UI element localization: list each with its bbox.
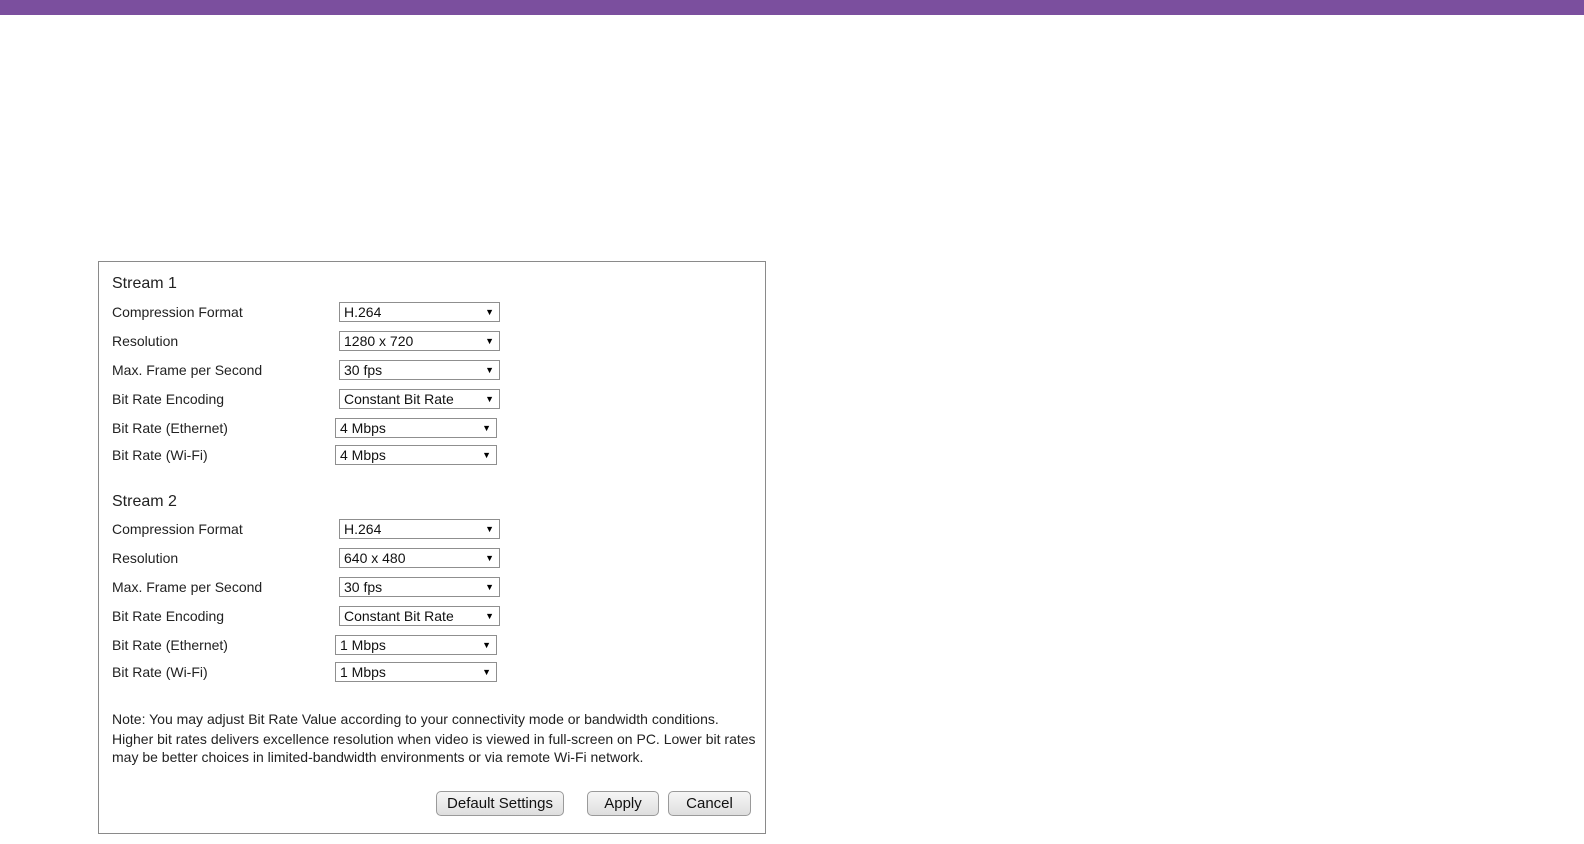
stream-2-title: Stream 2 bbox=[112, 493, 177, 510]
stream-1-frame-rate-select[interactable]: 30 fps ▼ bbox=[339, 360, 500, 380]
chevron-down-icon: ▼ bbox=[485, 307, 494, 317]
stream-2-compression-format-label: Compression Format bbox=[112, 521, 243, 537]
stream-1-compression-format-value: H.264 bbox=[344, 304, 382, 320]
stream-2-resolution-label: Resolution bbox=[112, 550, 179, 566]
chevron-down-icon: ▼ bbox=[485, 611, 494, 621]
stream-1-resolution-value: 1280 x 720 bbox=[344, 333, 414, 349]
stream-2-bit-rate-ethernet-value: 1 Mbps bbox=[340, 637, 386, 653]
stream-2-bit-rate-ethernet-label: Bit Rate (Ethernet) bbox=[112, 637, 228, 653]
stream-2-resolution-select[interactable]: 640 x 480 ▼ bbox=[339, 548, 500, 568]
stream-1-bit-rate-encoding-select[interactable]: Constant Bit Rate ▼ bbox=[339, 389, 500, 409]
chevron-down-icon: ▼ bbox=[482, 450, 491, 460]
apply-button[interactable]: Apply bbox=[587, 791, 659, 816]
stream-1-bit-rate-ethernet-label: Bit Rate (Ethernet) bbox=[112, 420, 228, 436]
chevron-down-icon: ▼ bbox=[485, 394, 494, 404]
cancel-button[interactable]: Cancel bbox=[668, 791, 751, 816]
stream-2-bit-rate-wifi-value: 1 Mbps bbox=[340, 664, 386, 680]
stream-1-title: Stream 1 bbox=[112, 275, 177, 292]
stream-2-bit-rate-encoding-label: Bit Rate Encoding bbox=[112, 608, 225, 624]
stream-2-bit-rate-encoding-select[interactable]: Constant Bit Rate ▼ bbox=[339, 606, 500, 626]
stream-1-bit-rate-encoding-value: Constant Bit Rate bbox=[344, 391, 454, 407]
stream-1-frame-rate-value: 30 fps bbox=[344, 362, 383, 378]
chevron-down-icon: ▼ bbox=[482, 423, 491, 433]
stream-2-bit-rate-ethernet-select[interactable]: 1 Mbps ▼ bbox=[335, 635, 497, 655]
stream-1-bit-rate-ethernet-select[interactable]: 4 Mbps ▼ bbox=[335, 418, 497, 438]
stream-2-resolution-value: 640 x 480 bbox=[344, 550, 406, 566]
stream-1-compression-format-label: Compression Format bbox=[112, 304, 243, 320]
stream-1-resolution-label: Resolution bbox=[112, 333, 179, 349]
stream-2-compression-format-select[interactable]: H.264 ▼ bbox=[339, 519, 500, 539]
stream-2-frame-rate-value: 30 fps bbox=[344, 579, 383, 595]
chevron-down-icon: ▼ bbox=[485, 336, 494, 346]
stream-1-bit-rate-wifi-select[interactable]: 4 Mbps ▼ bbox=[335, 445, 497, 465]
stream-1-compression-format-select[interactable]: H.264 ▼ bbox=[339, 302, 500, 322]
stream-1-resolution-select[interactable]: 1280 x 720 ▼ bbox=[339, 331, 500, 351]
chevron-down-icon: ▼ bbox=[482, 667, 491, 677]
stream-1-bit-rate-encoding-label: Bit Rate Encoding bbox=[112, 391, 225, 407]
default-settings-button[interactable]: Default Settings bbox=[436, 791, 564, 816]
stream-1-frame-rate-label: Max. Frame per Second bbox=[112, 362, 263, 378]
stream-2-bit-rate-encoding-value: Constant Bit Rate bbox=[344, 608, 454, 624]
chevron-down-icon: ▼ bbox=[485, 582, 494, 592]
stream-2-compression-format-value: H.264 bbox=[344, 521, 382, 537]
top-bar bbox=[0, 0, 1584, 15]
note-line-2: Higher bit rates delivers excellence res… bbox=[112, 731, 756, 765]
chevron-down-icon: ▼ bbox=[485, 365, 494, 375]
stream-2-bit-rate-wifi-select[interactable]: 1 Mbps ▼ bbox=[335, 662, 497, 682]
stream-2-bit-rate-wifi-label: Bit Rate (Wi-Fi) bbox=[112, 664, 208, 680]
chevron-down-icon: ▼ bbox=[482, 640, 491, 650]
note-line-1: Note: You may adjust Bit Rate Value acco… bbox=[112, 711, 719, 727]
stream-2-frame-rate-select[interactable]: 30 fps ▼ bbox=[339, 577, 500, 597]
chevron-down-icon: ▼ bbox=[485, 524, 494, 534]
stream-1-bit-rate-ethernet-value: 4 Mbps bbox=[340, 420, 386, 436]
stream-2-frame-rate-label: Max. Frame per Second bbox=[112, 579, 263, 595]
chevron-down-icon: ▼ bbox=[485, 553, 494, 563]
video-stream-settings-panel: Stream 1 Compression Format H.264 ▼ Reso… bbox=[98, 261, 766, 834]
stream-1-bit-rate-wifi-value: 4 Mbps bbox=[340, 447, 386, 463]
stream-1-bit-rate-wifi-label: Bit Rate (Wi-Fi) bbox=[112, 447, 208, 463]
